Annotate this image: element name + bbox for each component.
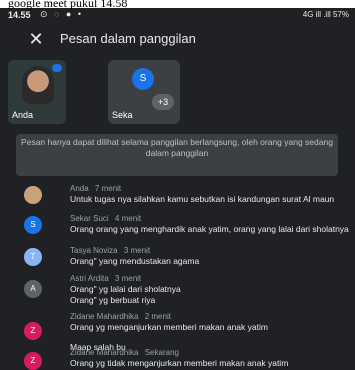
message-time: 2 menit [144, 312, 171, 321]
speaking-icon [52, 64, 62, 72]
message-text: Orang" yang mendustakan agama [70, 256, 200, 266]
sender-name: Astri Ardita [70, 274, 109, 283]
close-icon[interactable]: ✕ [26, 29, 46, 49]
header: ✕ Pesan dalam panggilan [0, 26, 355, 54]
message-time: 4 menit [114, 214, 142, 223]
self-tile-name: Anda [12, 110, 34, 120]
message-meta: Zidane Mahardhika 2 menit [70, 312, 171, 321]
participant-tiles: Anda S +3 Seka [8, 60, 348, 128]
avatar [24, 186, 42, 204]
avatar: Z [24, 322, 42, 340]
message-time: 7 menit [94, 184, 122, 193]
message-text: Untuk tugas nya silahkan kamu sebutkan i… [70, 194, 335, 204]
avatar: S [24, 216, 42, 234]
status-right: 4G ill .ill 57% [302, 10, 349, 19]
message-text: Orang yg menganjurkan memberi makan anak… [70, 322, 268, 332]
message-text: Orang orang yang menghardik anak yatim, … [70, 224, 349, 234]
message-meta: Zidane Mahardhika Sekarang [70, 348, 179, 357]
sender-name: Tasya Noviza [70, 246, 118, 255]
notification-icons: ⊙ ◌ ● • [40, 9, 83, 19]
self-video [22, 66, 54, 104]
avatar: T [24, 248, 42, 266]
message-time: Sekarang [144, 348, 179, 357]
more-participants-badge: +3 [152, 94, 174, 110]
message-meta: Sekar Suci 4 menit [70, 214, 141, 223]
sender-name: Zidane Mahardhika [70, 312, 139, 321]
message-time: 3 menit [123, 246, 151, 255]
status-bar: 14.55 ⊙ ◌ ● • 4G ill .ill 57% [0, 8, 355, 24]
avatar: S [132, 68, 154, 90]
message-text: Orang" yg lalai dari sholatnya [70, 284, 181, 294]
others-tile[interactable]: S +3 Seka [108, 60, 180, 124]
sender-name: Anda [70, 184, 89, 193]
avatar: A [24, 280, 42, 298]
page-title: Pesan dalam panggilan [60, 31, 196, 46]
message-meta: Anda 7 menit [70, 184, 121, 193]
avatar: Z [24, 352, 42, 370]
status-time: 14.55 [8, 10, 31, 20]
self-tile[interactable]: Anda [8, 60, 66, 124]
sender-name: Sekar Suci [70, 214, 109, 223]
others-tile-name: Seka [112, 110, 133, 120]
message-meta: Astri Ardita 3 menit [70, 274, 141, 283]
message-meta: Tasya Noviza 3 menit [70, 246, 150, 255]
message-text: Orang" yg berbuat riya [70, 295, 156, 305]
message-time: 3 menit [114, 274, 142, 283]
sender-name: Zidane Mahardhika [70, 348, 139, 357]
chat-notice: Pesan hanya dapat dilihat selama panggil… [16, 134, 338, 176]
